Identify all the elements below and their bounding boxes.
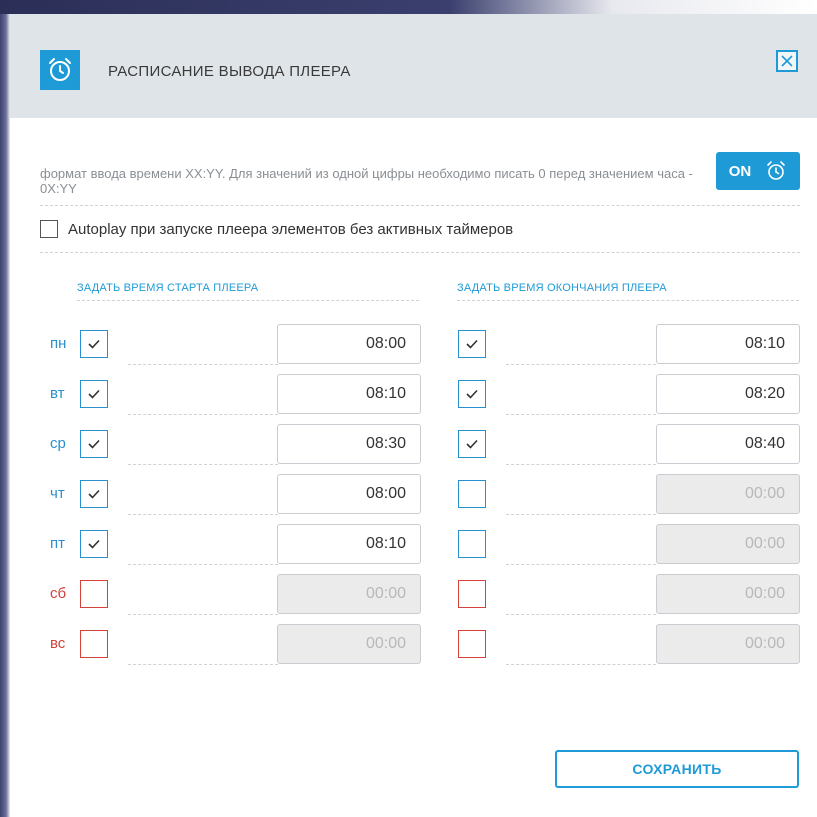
end-time-input[interactable]: 00:00 — [656, 474, 800, 514]
day-label: сб — [50, 585, 67, 602]
autoplay-checkbox[interactable] — [40, 220, 58, 238]
end-day-checkbox[interactable] — [458, 380, 486, 408]
day-label: ср — [50, 435, 66, 452]
start-day-checkbox[interactable] — [80, 330, 108, 358]
end-day-checkbox[interactable] — [458, 530, 486, 558]
end-day-checkbox[interactable] — [458, 480, 486, 508]
start-time-input[interactable]: 08:10 — [277, 524, 421, 564]
start-time-input[interactable]: 08:00 — [277, 324, 421, 364]
alarm-clock-icon — [767, 161, 786, 180]
end-column-header: ЗАДАТЬ ВРЕМЯ ОКОНЧАНИЯ ПЛЕЕРА — [457, 282, 667, 294]
autoplay-label: Autoplay при запуске плеера элементов бе… — [68, 220, 514, 238]
end-time-input[interactable]: 08:20 — [656, 374, 800, 414]
divider — [40, 205, 800, 206]
row-divider — [506, 464, 656, 465]
close-button[interactable] — [776, 50, 798, 72]
dialog-title: РАСПИСАНИЕ ВЫВОДА ПЛЕЕРА — [108, 63, 351, 80]
alarm-clock-icon — [40, 50, 80, 90]
schedule-dialog: РАСПИСАНИЕ ВЫВОДА ПЛЕЕРА формат ввода вр… — [10, 14, 817, 817]
start-day-checkbox[interactable] — [80, 630, 108, 658]
row-divider — [506, 564, 656, 565]
schedule-toggle-button[interactable]: ON — [716, 152, 800, 190]
row-divider — [506, 664, 656, 665]
end-day-checkbox[interactable] — [458, 430, 486, 458]
end-day-checkbox[interactable] — [458, 630, 486, 658]
start-day-checkbox[interactable] — [80, 580, 108, 608]
start-day-checkbox[interactable] — [80, 430, 108, 458]
autoplay-option[interactable]: Autoplay при запуске плеера элементов бе… — [40, 220, 513, 238]
day-label: пт — [50, 535, 65, 552]
row-divider — [128, 364, 278, 365]
background-left-edge — [0, 14, 10, 817]
divider — [77, 300, 419, 301]
save-button[interactable]: СОХРАНИТЬ — [555, 750, 799, 788]
row-divider — [128, 564, 278, 565]
divider — [457, 300, 799, 301]
start-time-input[interactable]: 08:10 — [277, 374, 421, 414]
row-divider — [128, 414, 278, 415]
background-top-strip — [0, 0, 817, 14]
end-day-checkbox[interactable] — [458, 330, 486, 358]
end-time-input[interactable]: 00:00 — [656, 574, 800, 614]
row-divider — [506, 514, 656, 515]
day-label: чт — [50, 485, 65, 502]
time-format-hint: формат ввода времени XX:YY. Для значений… — [40, 166, 693, 196]
start-day-checkbox[interactable] — [80, 380, 108, 408]
start-day-checkbox[interactable] — [80, 480, 108, 508]
start-day-checkbox[interactable] — [80, 530, 108, 558]
start-time-input[interactable]: 00:00 — [277, 624, 421, 664]
end-time-input[interactable]: 08:10 — [656, 324, 800, 364]
divider — [40, 252, 800, 253]
end-time-input[interactable]: 08:40 — [656, 424, 800, 464]
end-time-input[interactable]: 00:00 — [656, 524, 800, 564]
dialog-header: РАСПИСАНИЕ ВЫВОДА ПЛЕЕРА — [10, 14, 817, 118]
row-divider — [128, 614, 278, 615]
row-divider — [506, 614, 656, 615]
row-divider — [128, 664, 278, 665]
day-label: пн — [50, 335, 67, 352]
toggle-label: ON — [728, 162, 752, 180]
close-icon — [781, 55, 793, 67]
row-divider — [128, 464, 278, 465]
end-day-checkbox[interactable] — [458, 580, 486, 608]
day-label: вт — [50, 385, 65, 402]
end-time-input[interactable]: 00:00 — [656, 624, 800, 664]
start-time-input[interactable]: 00:00 — [277, 574, 421, 614]
row-divider — [506, 364, 656, 365]
row-divider — [506, 414, 656, 415]
start-time-input[interactable]: 08:00 — [277, 474, 421, 514]
start-time-input[interactable]: 08:30 — [277, 424, 421, 464]
row-divider — [128, 514, 278, 515]
start-column-header: ЗАДАТЬ ВРЕМЯ СТАРТА ПЛЕЕРА — [77, 282, 259, 294]
day-label: вс — [50, 635, 66, 652]
